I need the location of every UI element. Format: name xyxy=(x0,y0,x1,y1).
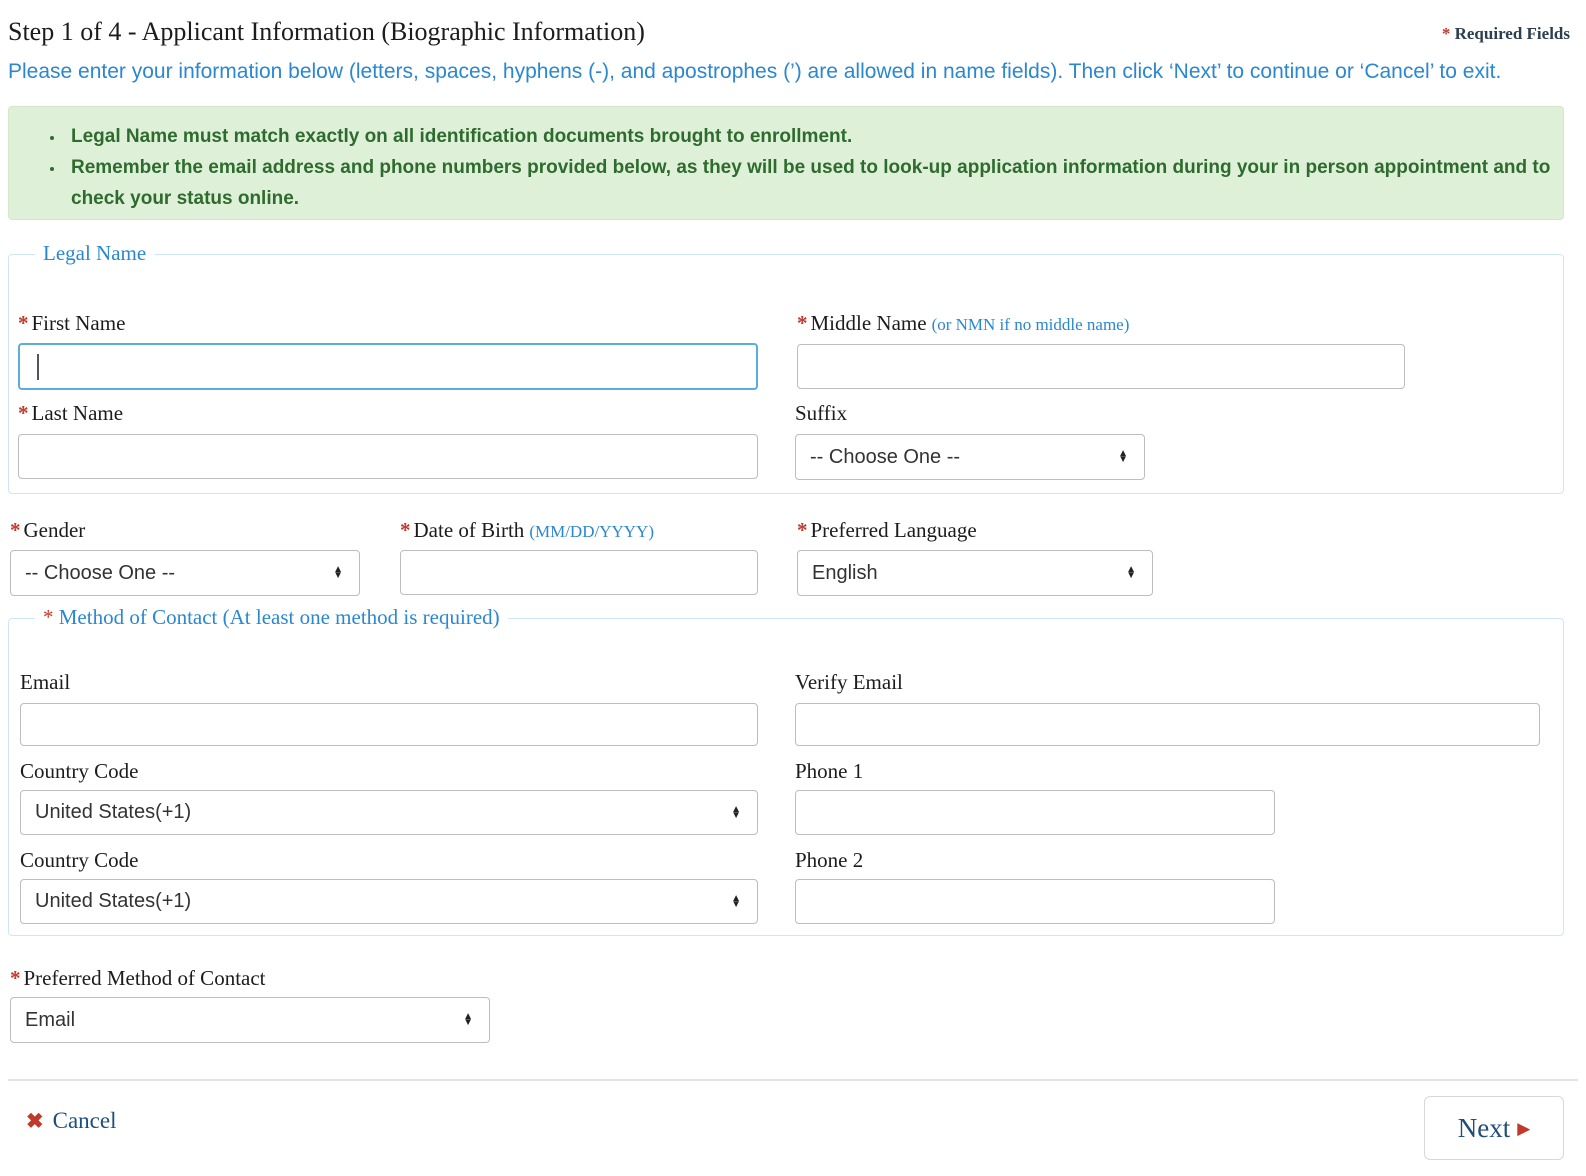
phone-2-label: Phone 2 xyxy=(795,848,864,872)
list-item: Legal Name must match exactly on all ide… xyxy=(65,121,1563,152)
required-asterisk-icon: * xyxy=(797,311,808,335)
phone-2-input[interactable] xyxy=(795,879,1275,924)
required-asterisk-icon: * xyxy=(43,605,54,629)
chevron-updown-icon: ▲ ▼ xyxy=(1118,448,1128,465)
preferred-method-of-contact-select[interactable]: Email ▲ ▼ xyxy=(10,997,490,1043)
required-asterisk-icon: * xyxy=(18,401,29,425)
chevron-updown-icon: ▲ ▼ xyxy=(463,1011,473,1028)
first-name-label-text: First Name xyxy=(31,311,126,335)
country-code-2-label: Country Code xyxy=(20,848,139,872)
dob-label: * Date of Birth (MM/DD/YYYY) xyxy=(400,518,654,543)
preferred-language-select[interactable]: English ▲ ▼ xyxy=(797,550,1153,596)
verify-email-input[interactable] xyxy=(795,703,1540,746)
text-cursor-icon xyxy=(37,354,39,380)
dob-label-text: Date of Birth xyxy=(413,518,525,542)
preferred-method-value: Email xyxy=(25,1008,76,1031)
first-name-input[interactable] xyxy=(18,343,758,390)
next-button[interactable]: Next ▶ xyxy=(1424,1096,1564,1160)
preferred-method-of-contact-label: * Preferred Method of Contact xyxy=(10,966,266,991)
preferred-language-label-text: Preferred Language xyxy=(810,518,977,542)
preferred-language-value: English xyxy=(812,561,878,584)
middle-name-label: * Middle Name (or NMN if no middle name) xyxy=(797,311,1129,336)
dob-hint: (MM/DD/YYYY) xyxy=(529,522,654,541)
suffix-select[interactable]: -- Choose One -- ▲ ▼ xyxy=(795,434,1145,480)
gender-select-value: -- Choose One -- xyxy=(25,561,176,584)
suffix-select-value: -- Choose One -- xyxy=(810,445,961,468)
cancel-button[interactable]: ✖ Cancel xyxy=(26,1108,116,1134)
phone-1-input[interactable] xyxy=(795,790,1275,835)
country-code-1-value: United States(+1) xyxy=(35,801,192,823)
last-name-label: * Last Name xyxy=(18,401,123,426)
method-of-contact-legend-text: Method of Contact (At least one method i… xyxy=(58,605,500,629)
chevron-updown-icon: ▲ ▼ xyxy=(1126,564,1136,581)
suffix-label: Suffix xyxy=(795,401,848,425)
info-alert: Legal Name must match exactly on all ide… xyxy=(8,106,1564,220)
verify-email-label: Verify Email xyxy=(795,670,903,694)
gender-label: * Gender xyxy=(10,518,85,543)
chevron-updown-icon: ▲ ▼ xyxy=(333,564,343,581)
required-fields-note: * Required Fields xyxy=(1442,24,1570,44)
chevron-updown-icon: ▲ ▼ xyxy=(731,892,741,910)
middle-name-label-text: Middle Name xyxy=(810,311,927,335)
middle-name-hint: (or NMN if no middle name) xyxy=(931,315,1130,334)
preferred-method-label-text: Preferred Method of Contact xyxy=(23,966,266,990)
date-of-birth-input[interactable] xyxy=(400,550,758,595)
page-title: Step 1 of 4 - Applicant Information (Bio… xyxy=(8,17,645,46)
required-asterisk-icon: * xyxy=(400,518,411,542)
last-name-label-text: Last Name xyxy=(31,401,124,425)
country-code-2-value: United States(+1) xyxy=(35,890,192,912)
instructions-text: Please enter your information below (let… xyxy=(8,60,1502,83)
method-of-contact-legend: * Method of Contact (At least one method… xyxy=(35,605,508,630)
close-icon: ✖ xyxy=(26,1108,44,1133)
legal-name-legend: Legal Name xyxy=(35,241,155,266)
required-asterisk-icon: * xyxy=(10,966,21,990)
last-name-input[interactable] xyxy=(18,434,758,479)
email-input[interactable] xyxy=(20,703,758,746)
email-label: Email xyxy=(20,670,71,694)
required-asterisk-icon: * xyxy=(797,518,808,542)
next-button-label: Next xyxy=(1457,1112,1511,1143)
gender-label-text: Gender xyxy=(23,518,86,542)
cancel-button-label: Cancel xyxy=(52,1108,117,1133)
info-alert-list: Legal Name must match exactly on all ide… xyxy=(9,107,1563,214)
country-code-2-select[interactable]: United States(+1) ▲ ▼ xyxy=(20,879,758,924)
required-asterisk-icon: * xyxy=(10,518,21,542)
list-item: Remember the email address and phone num… xyxy=(65,152,1563,214)
phone-1-label: Phone 1 xyxy=(795,759,864,783)
required-asterisk-icon: * xyxy=(1441,24,1451,43)
gender-select[interactable]: -- Choose One -- ▲ ▼ xyxy=(10,550,360,596)
preferred-language-label: * Preferred Language xyxy=(797,518,977,543)
chevron-updown-icon: ▲ ▼ xyxy=(731,803,741,821)
page-header: Step 1 of 4 - Applicant Information (Bio… xyxy=(0,17,1586,49)
footer-divider xyxy=(8,1079,1578,1081)
middle-name-input[interactable] xyxy=(797,344,1405,389)
country-code-1-label: Country Code xyxy=(20,759,139,783)
required-asterisk-icon: * xyxy=(18,311,29,335)
first-name-label: * First Name xyxy=(18,311,125,336)
country-code-1-select[interactable]: United States(+1) ▲ ▼ xyxy=(20,790,758,835)
arrow-right-icon: ▶ xyxy=(1517,1118,1531,1138)
required-fields-label: Required Fields xyxy=(1454,24,1570,43)
applicant-information-form: Step 1 of 4 - Applicant Information (Bio… xyxy=(0,0,1586,1176)
